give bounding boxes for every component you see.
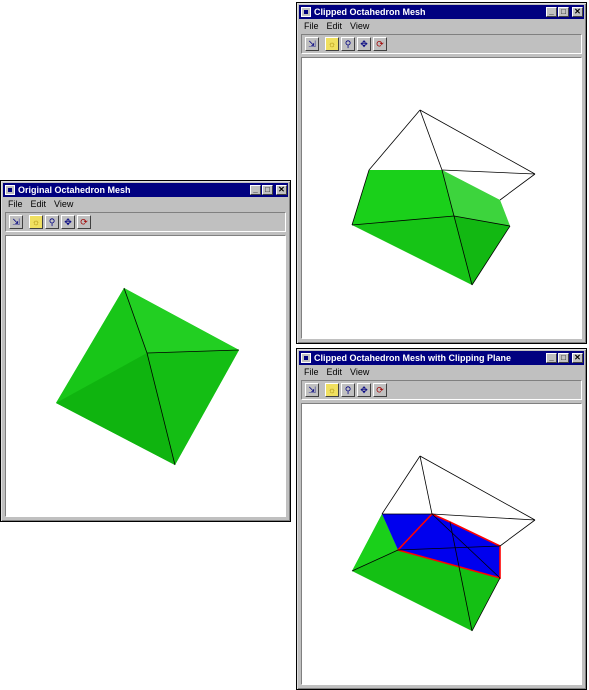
app-icon	[301, 353, 311, 363]
menu-edit[interactable]: Edit	[327, 21, 343, 31]
toolbar: ⇲ ☼ ⚲ ✥ ⟳	[5, 212, 286, 232]
mesh-canvas	[351, 109, 536, 286]
render-viewport[interactable]	[301, 57, 582, 339]
render-viewport[interactable]	[5, 235, 286, 517]
minimize-button[interactable]: _	[250, 185, 261, 195]
menu-bar: File Edit View	[3, 198, 288, 210]
mesh-canvas	[56, 287, 240, 466]
zoom-icon[interactable]: ⚲	[45, 215, 59, 229]
menu-bar: File Edit View	[299, 20, 584, 32]
title-bar[interactable]: Original Octahedron Mesh _ □ ✕	[3, 183, 288, 197]
title-bar[interactable]: Clipped Octahedron Mesh with Clipping Pl…	[299, 351, 584, 365]
title-bar[interactable]: Clipped Octahedron Mesh _ □ ✕	[299, 5, 584, 19]
close-button[interactable]: ✕	[572, 7, 583, 17]
app-icon	[301, 7, 311, 17]
original-mesh-window: Original Octahedron Mesh _ □ ✕ File Edit…	[0, 180, 291, 522]
menu-edit[interactable]: Edit	[327, 367, 343, 377]
rotate-icon[interactable]: ⟳	[373, 383, 387, 397]
pan-icon[interactable]: ✥	[357, 37, 371, 51]
select-icon[interactable]: ⇲	[305, 383, 319, 397]
window-title: Clipped Octahedron Mesh	[314, 7, 426, 17]
maximize-button[interactable]: □	[558, 7, 569, 17]
pan-icon[interactable]: ✥	[61, 215, 75, 229]
toolbar: ⇲ ☼ ⚲ ✥ ⟳	[301, 380, 582, 400]
select-icon[interactable]: ⇲	[9, 215, 23, 229]
window-title: Original Octahedron Mesh	[18, 185, 131, 195]
maximize-button[interactable]: □	[558, 353, 569, 363]
select-icon[interactable]: ⇲	[305, 37, 319, 51]
sun-icon[interactable]: ☼	[29, 215, 43, 229]
clipped-green-region	[352, 170, 454, 225]
sun-icon[interactable]: ☼	[325, 37, 339, 51]
menu-file[interactable]: File	[304, 21, 319, 31]
sun-icon[interactable]: ☼	[325, 383, 339, 397]
mesh-canvas	[351, 455, 536, 632]
menu-bar: File Edit View	[299, 366, 584, 378]
rotate-icon[interactable]: ⟳	[373, 37, 387, 51]
menu-edit[interactable]: Edit	[31, 199, 47, 209]
close-button[interactable]: ✕	[572, 353, 583, 363]
window-title: Clipped Octahedron Mesh with Clipping Pl…	[314, 353, 512, 363]
menu-file[interactable]: File	[8, 199, 23, 209]
minimize-button[interactable]: _	[546, 7, 557, 17]
clipped-plane-window: Clipped Octahedron Mesh with Clipping Pl…	[296, 348, 587, 690]
rotate-icon[interactable]: ⟳	[77, 215, 91, 229]
zoom-icon[interactable]: ⚲	[341, 383, 355, 397]
maximize-button[interactable]: □	[262, 185, 273, 195]
menu-view[interactable]: View	[350, 21, 369, 31]
minimize-button[interactable]: _	[546, 353, 557, 363]
close-button[interactable]: ✕	[276, 185, 287, 195]
menu-view[interactable]: View	[350, 367, 369, 377]
toolbar: ⇲ ☼ ⚲ ✥ ⟳	[301, 34, 582, 54]
zoom-icon[interactable]: ⚲	[341, 37, 355, 51]
menu-file[interactable]: File	[304, 367, 319, 377]
app-icon	[5, 185, 15, 195]
render-viewport[interactable]	[301, 403, 582, 685]
menu-view[interactable]: View	[54, 199, 73, 209]
clipped-mesh-window: Clipped Octahedron Mesh _ □ ✕ File Edit …	[296, 2, 587, 344]
pan-icon[interactable]: ✥	[357, 383, 371, 397]
